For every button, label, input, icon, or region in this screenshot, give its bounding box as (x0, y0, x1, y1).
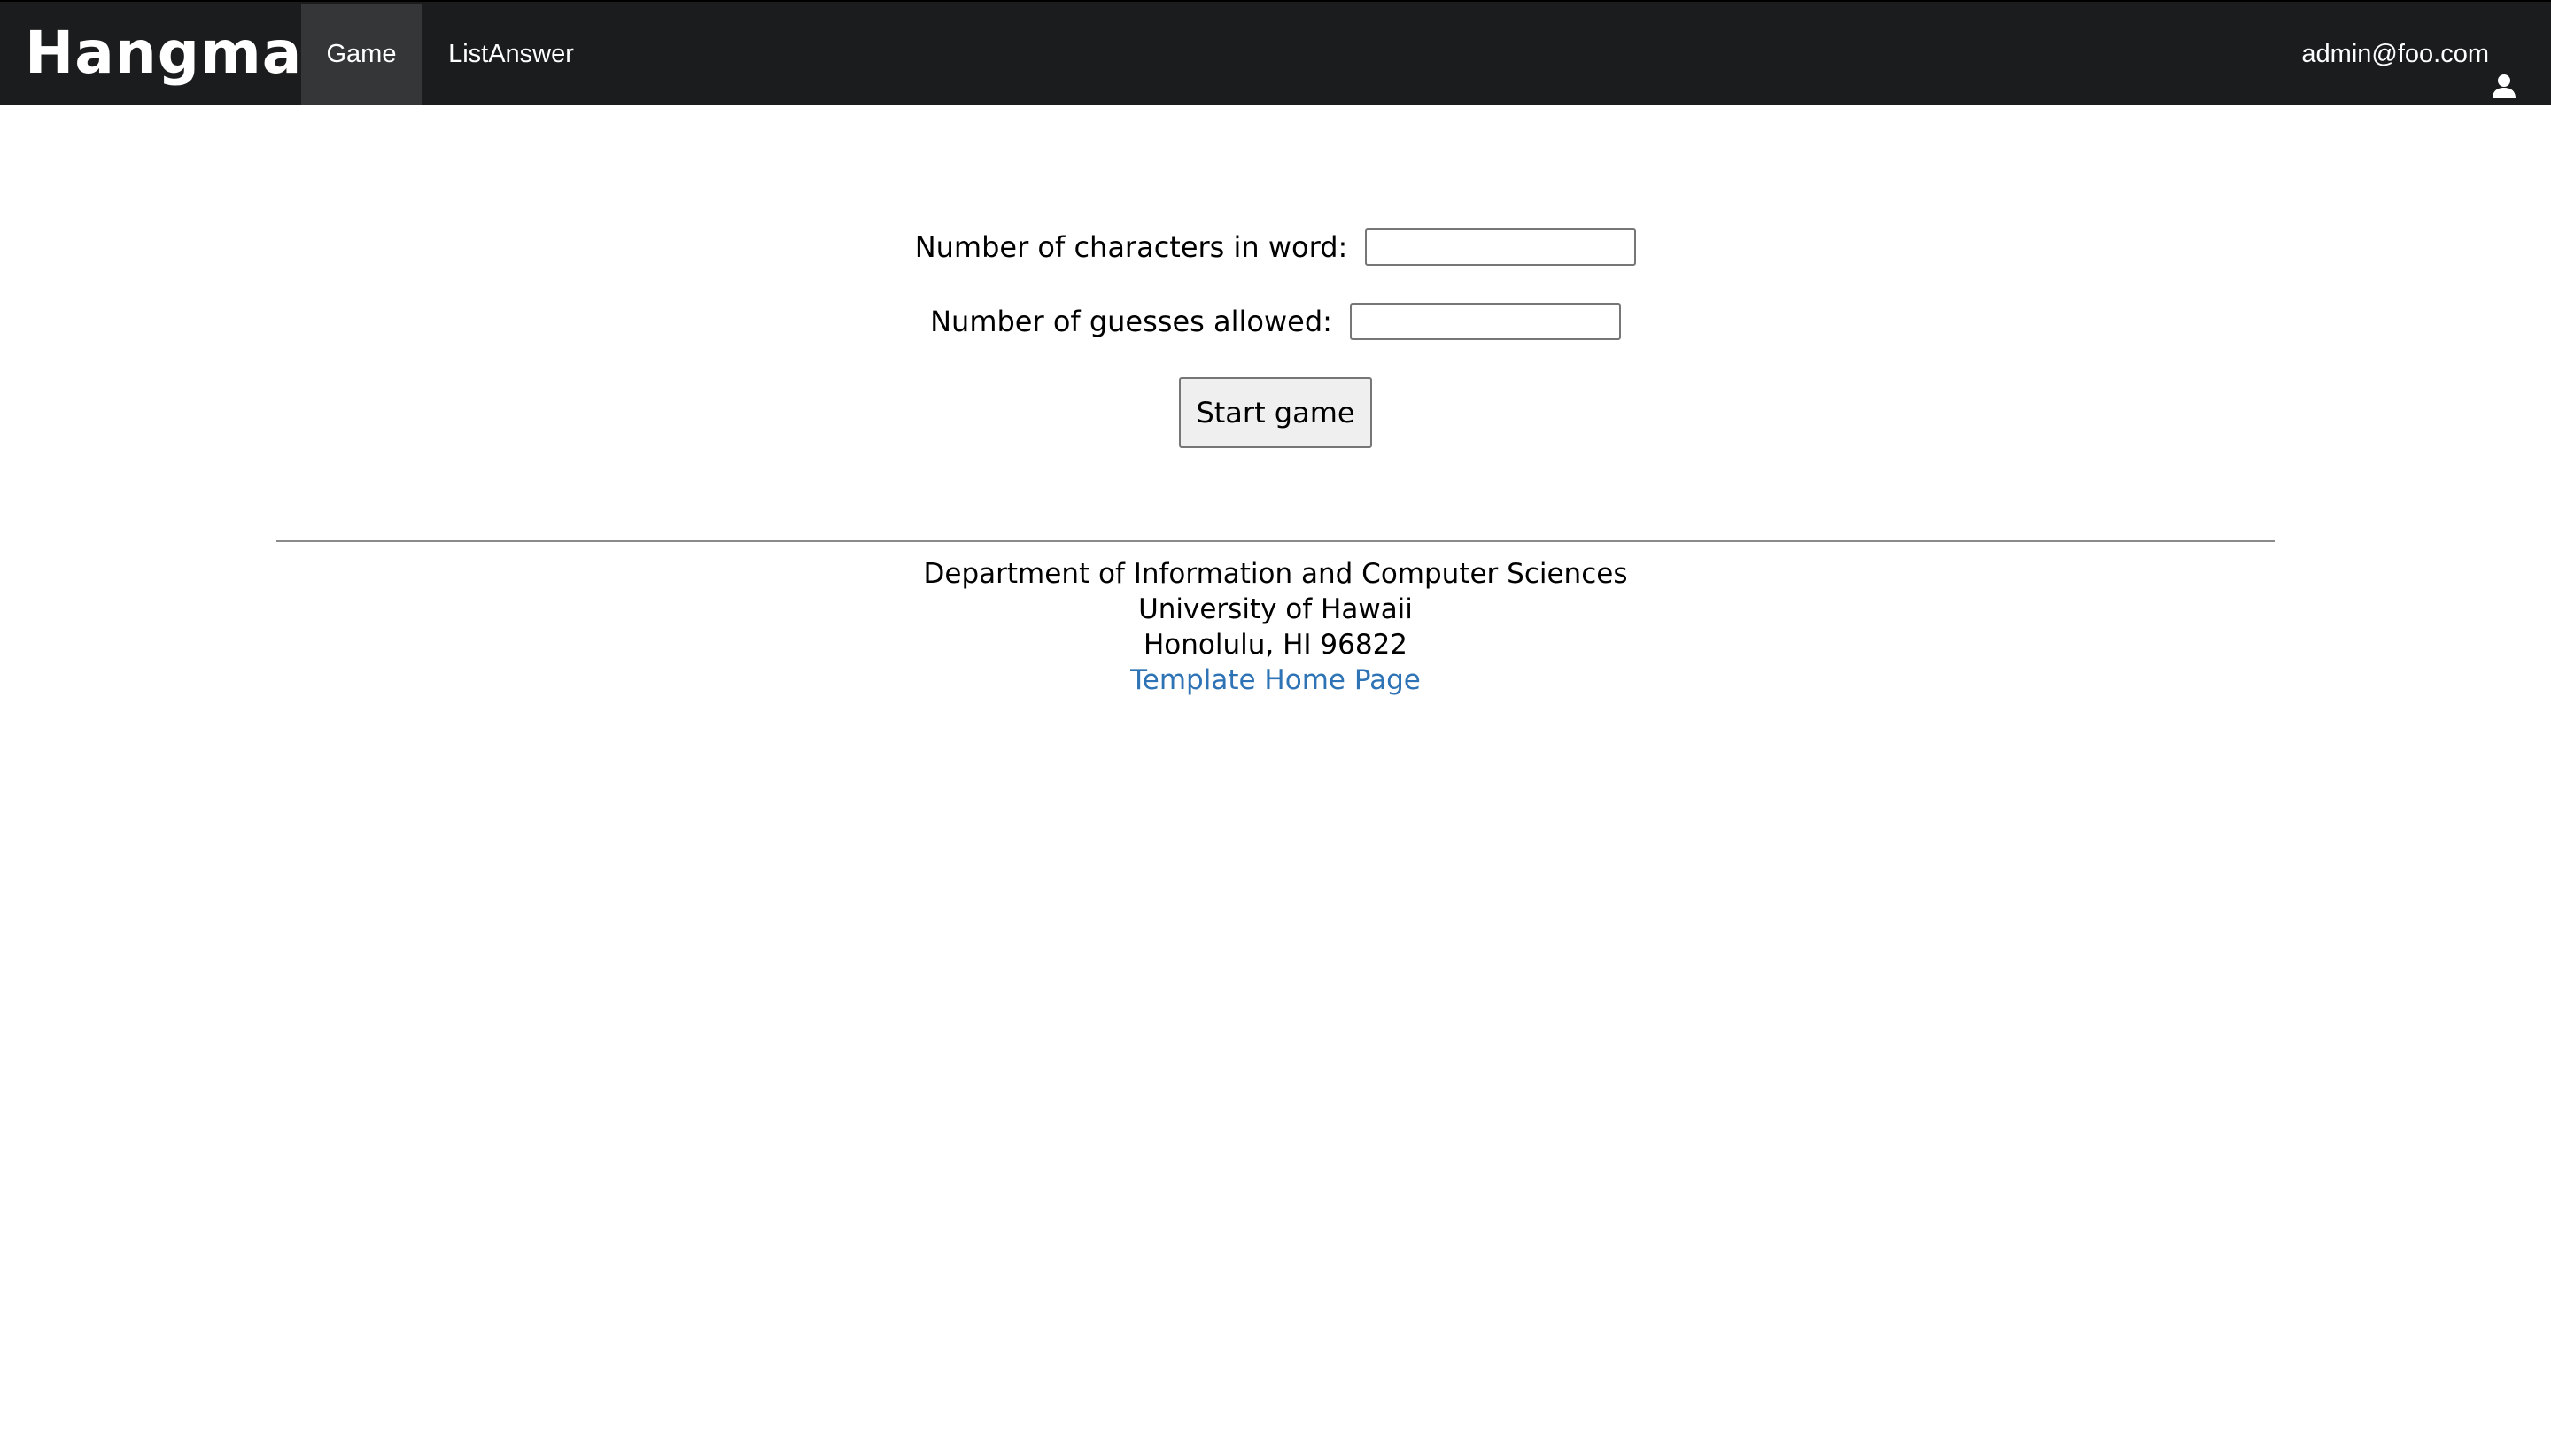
start-game-button[interactable]: Start game (1179, 377, 1372, 448)
user-email: admin@foo.com (2301, 40, 2489, 68)
top-navbar: Hangman Game ListAnswer admin@foo.com (0, 0, 2551, 105)
guesses-row: Number of guesses allowed: (0, 301, 2551, 342)
footer-divider (276, 540, 2275, 542)
nav-item-game[interactable]: Game (301, 4, 422, 105)
footer-address: Honolulu, HI 96822 (1143, 629, 1408, 661)
user-menu[interactable]: admin@foo.com (2301, 4, 2517, 105)
guesses-label: Number of guesses allowed: (930, 305, 1332, 338)
chars-input[interactable] (1365, 228, 1637, 266)
footer-university: University of Hawaii (1138, 593, 1413, 625)
nav-item-listanswer[interactable]: ListAnswer (422, 4, 601, 105)
footer: Department of Information and Computer S… (0, 556, 2551, 698)
chars-label: Number of characters in word: (914, 230, 1348, 264)
user-icon (2491, 41, 2517, 98)
template-home-link[interactable]: Template Home Page (1130, 664, 1421, 696)
guesses-input[interactable] (1349, 303, 1621, 340)
footer-department: Department of Information and Computer S… (923, 558, 1628, 590)
brand-logo[interactable]: Hangman (25, 9, 345, 97)
chars-row: Number of characters in word: (0, 227, 2551, 267)
